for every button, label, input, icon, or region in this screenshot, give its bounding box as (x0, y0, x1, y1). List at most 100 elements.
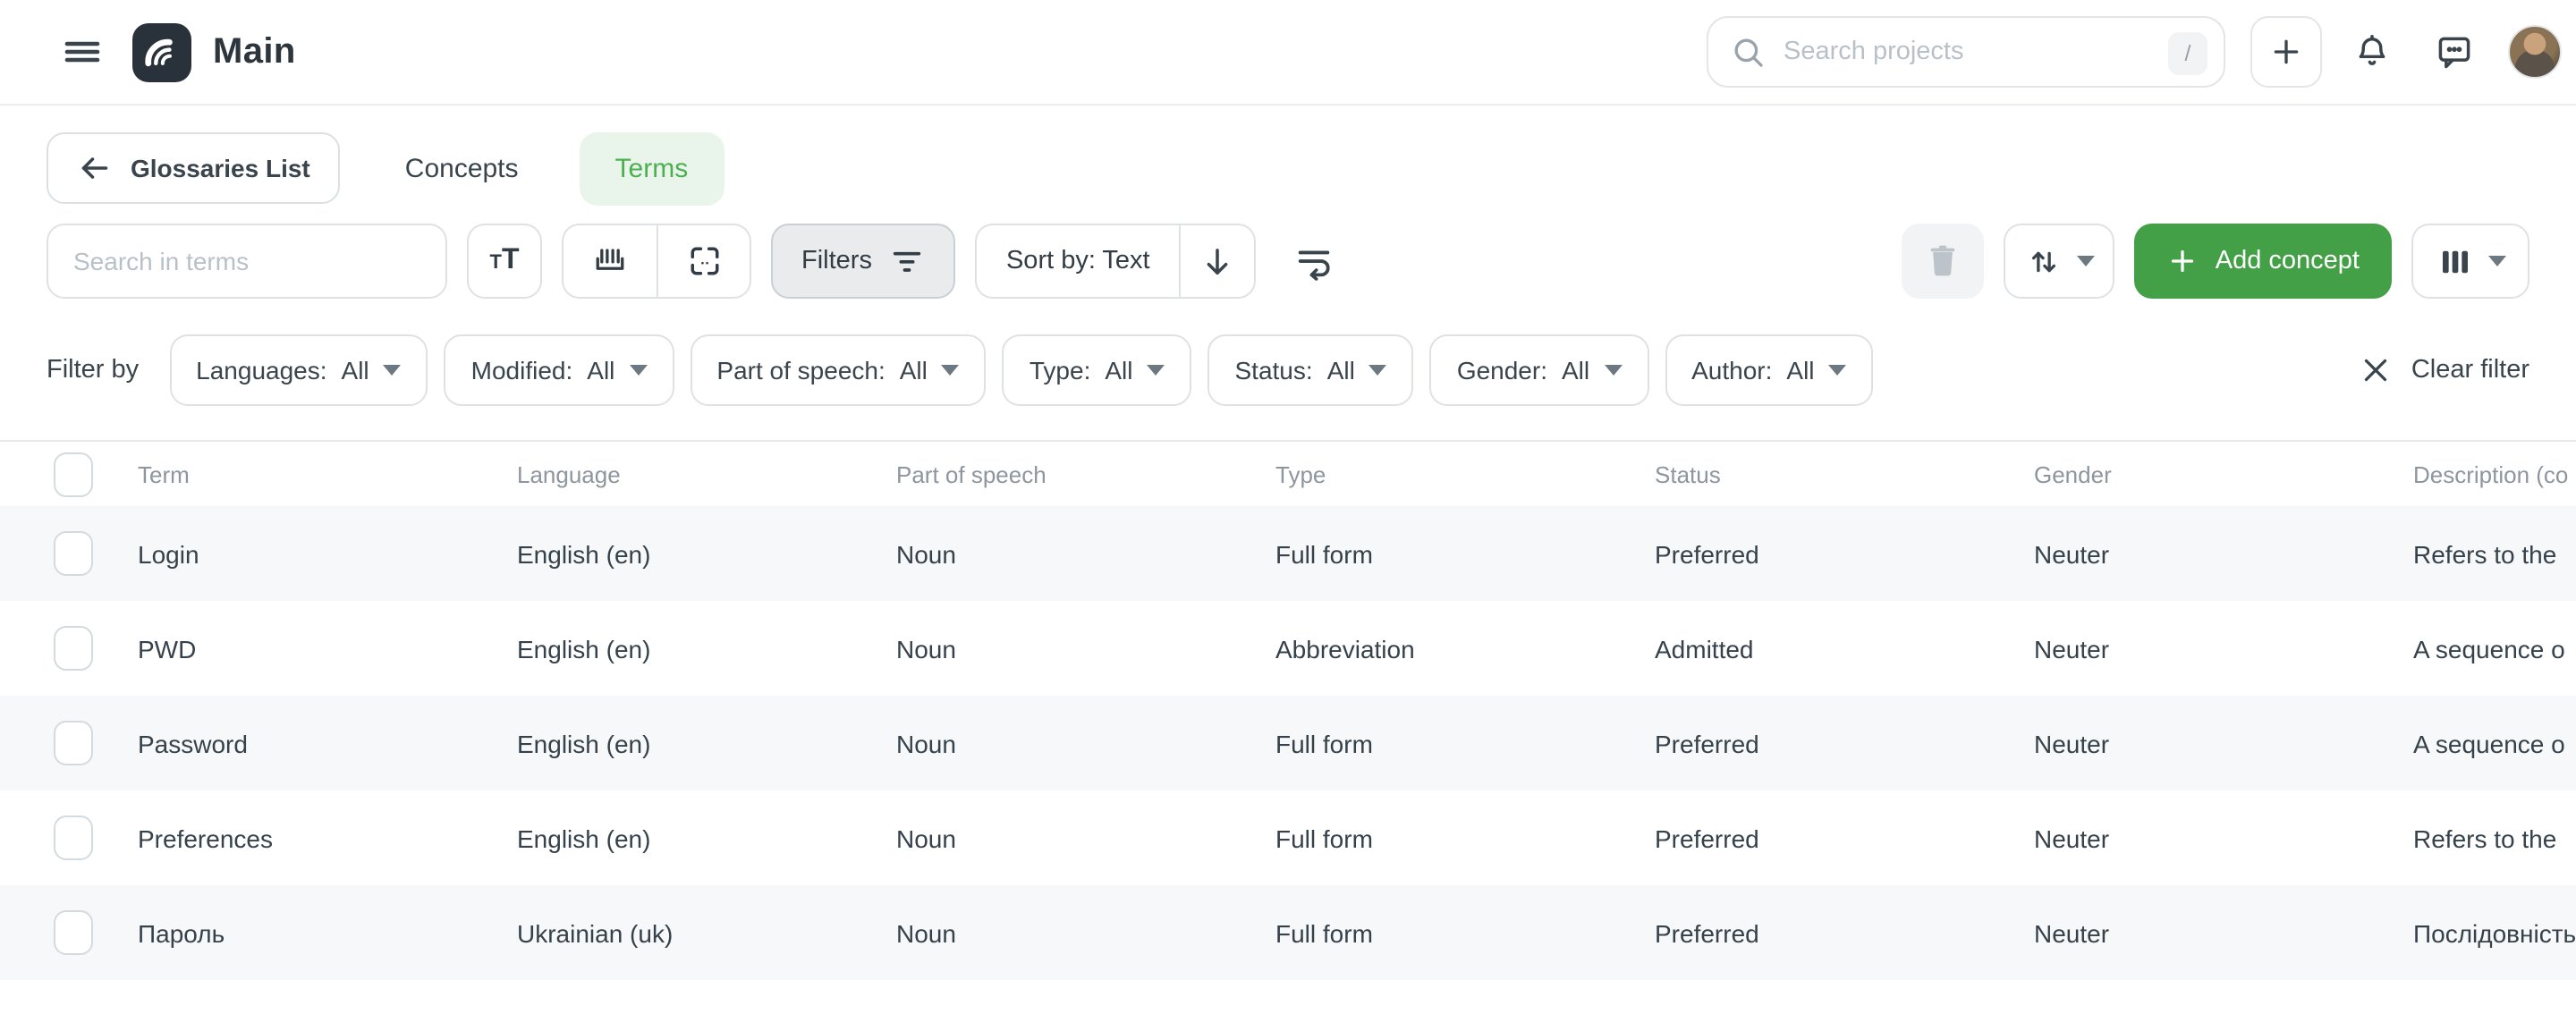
row-checkbox[interactable] (54, 531, 93, 576)
cell-part-of-speech: Noun (859, 729, 1238, 757)
row-checkbox[interactable] (54, 910, 93, 955)
cell-description: A sequence o (2376, 634, 2576, 663)
table-row[interactable]: PWD English (en) Noun Abbreviation Admit… (0, 601, 2576, 696)
filter-value: All (342, 356, 369, 384)
add-concept-label: Add concept (2216, 247, 2360, 275)
chat-icon (2435, 32, 2474, 72)
search-projects-input[interactable] (1708, 18, 2224, 86)
close-icon (2360, 354, 2392, 386)
table-row[interactable]: Login English (en) Noun Full form Prefer… (0, 506, 2576, 601)
filter-value: All (900, 356, 928, 384)
row-checkbox[interactable] (54, 815, 93, 860)
filter-gender[interactable]: Gender: All (1430, 334, 1648, 406)
cell-type: Full form (1238, 918, 1617, 947)
chevron-down-icon (2077, 256, 2095, 266)
cell-gender: Neuter (1996, 824, 2376, 852)
filter-name: Gender: (1457, 356, 1547, 384)
chevron-down-icon (384, 365, 402, 376)
search-in-terms-input[interactable] (48, 225, 445, 297)
filter-type[interactable]: Type: All (1003, 334, 1192, 406)
notifications-button[interactable] (2340, 20, 2404, 84)
table-row[interactable]: Пароль Ukrainian (uk) Noun Full form Pre… (0, 885, 2576, 980)
user-avatar[interactable] (2508, 25, 2562, 79)
filter-value: All (1562, 356, 1589, 384)
messages-button[interactable] (2422, 20, 2487, 84)
cell-term: Пароль (100, 918, 479, 947)
filter-value: All (1786, 356, 1814, 384)
cell-term: Login (100, 539, 479, 568)
terms-toolbar: TT Filters Sort by: Text (0, 224, 2576, 299)
filters-button[interactable]: Filters (771, 224, 956, 299)
add-concept-button[interactable]: Add concept (2135, 224, 2392, 299)
table-row[interactable]: Password English (en) Noun Full form Pre… (0, 696, 2576, 790)
match-case-button[interactable]: TT (467, 224, 542, 299)
cell-status: Preferred (1617, 918, 1996, 947)
cell-status: Preferred (1617, 824, 1996, 852)
column-header-language: Language (479, 461, 859, 487)
wrap-text-icon (1294, 241, 1335, 282)
filter-modified[interactable]: Modified: All (445, 334, 674, 406)
row-checkbox[interactable] (54, 626, 93, 671)
chevron-down-icon (1604, 365, 1622, 376)
cell-part-of-speech: Noun (859, 634, 1238, 663)
cell-language: English (en) (479, 824, 859, 852)
chevron-down-icon (1369, 365, 1387, 376)
cell-gender: Neuter (1996, 539, 2376, 568)
filter-name: Modified: (471, 356, 573, 384)
cell-description: Refers to the (2376, 539, 2576, 568)
create-new-button[interactable] (2250, 16, 2322, 88)
cell-language: English (en) (479, 634, 859, 663)
cell-type: Abbreviation (1238, 634, 1617, 663)
page-title: Main (213, 31, 296, 72)
hamburger-menu-icon[interactable] (50, 20, 114, 84)
chevron-down-icon (1148, 365, 1165, 376)
select-all-checkbox[interactable] (54, 452, 93, 496)
chevron-down-icon (2487, 256, 2505, 266)
filter-languages[interactable]: Languages: All (169, 334, 428, 406)
cell-status: Preferred (1617, 539, 1996, 568)
column-header-term: Term (100, 461, 479, 487)
delete-button[interactable] (1902, 224, 1985, 299)
exact-match-button[interactable] (657, 225, 750, 297)
filter-value: All (1327, 356, 1355, 384)
clear-filter-button[interactable]: Clear filter (2360, 354, 2529, 386)
columns-settings-button[interactable] (2411, 224, 2529, 299)
selection-frame-icon (684, 241, 724, 281)
match-case-icon: TT (489, 247, 519, 275)
app-logo[interactable] (132, 22, 191, 81)
sort-by-label: Sort by: Text (1006, 247, 1150, 275)
row-checkbox[interactable] (54, 721, 93, 765)
tab-concepts[interactable]: Concepts (405, 153, 519, 183)
wrap-lines-button[interactable] (1283, 229, 1347, 293)
chevron-down-icon (629, 365, 647, 376)
column-header-gender: Gender (1996, 461, 2376, 487)
cell-language: English (en) (479, 539, 859, 568)
filter-value: All (587, 356, 614, 384)
filter-part-of-speech[interactable]: Part of speech: All (690, 334, 986, 406)
filter-name: Author: (1691, 356, 1772, 384)
cell-description: Refers to the (2376, 824, 2576, 852)
whole-word-icon (590, 241, 630, 281)
cell-language: English (en) (479, 729, 859, 757)
cell-description: A sequence o (2376, 729, 2576, 757)
sort-by-button[interactable]: Sort by: Text (978, 225, 1179, 297)
cell-gender: Neuter (1996, 634, 2376, 663)
cell-term: Preferences (100, 824, 479, 852)
filter-bar: Filter by Languages: All Modified: All P… (0, 334, 2576, 406)
glossaries-list-back-button[interactable]: Glossaries List (47, 132, 341, 204)
table-row[interactable]: Preferences English (en) Noun Full form … (0, 790, 2576, 885)
whole-phrase-button[interactable] (564, 225, 657, 297)
filter-name: Languages: (196, 356, 326, 384)
cell-language: Ukrainian (uk) (479, 918, 859, 947)
sort-direction-button[interactable] (1179, 225, 1254, 297)
search-icon (1730, 34, 1767, 72)
column-header-part-of-speech: Part of speech (859, 461, 1238, 487)
filter-author[interactable]: Author: All (1665, 334, 1873, 406)
cell-term: Password (100, 729, 479, 757)
cell-part-of-speech: Noun (859, 539, 1238, 568)
tab-terms[interactable]: Terms (580, 131, 724, 205)
import-export-button[interactable] (2004, 224, 2115, 299)
back-arrow-icon (77, 150, 113, 186)
cell-part-of-speech: Noun (859, 918, 1238, 947)
filter-status[interactable]: Status: All (1208, 334, 1414, 406)
